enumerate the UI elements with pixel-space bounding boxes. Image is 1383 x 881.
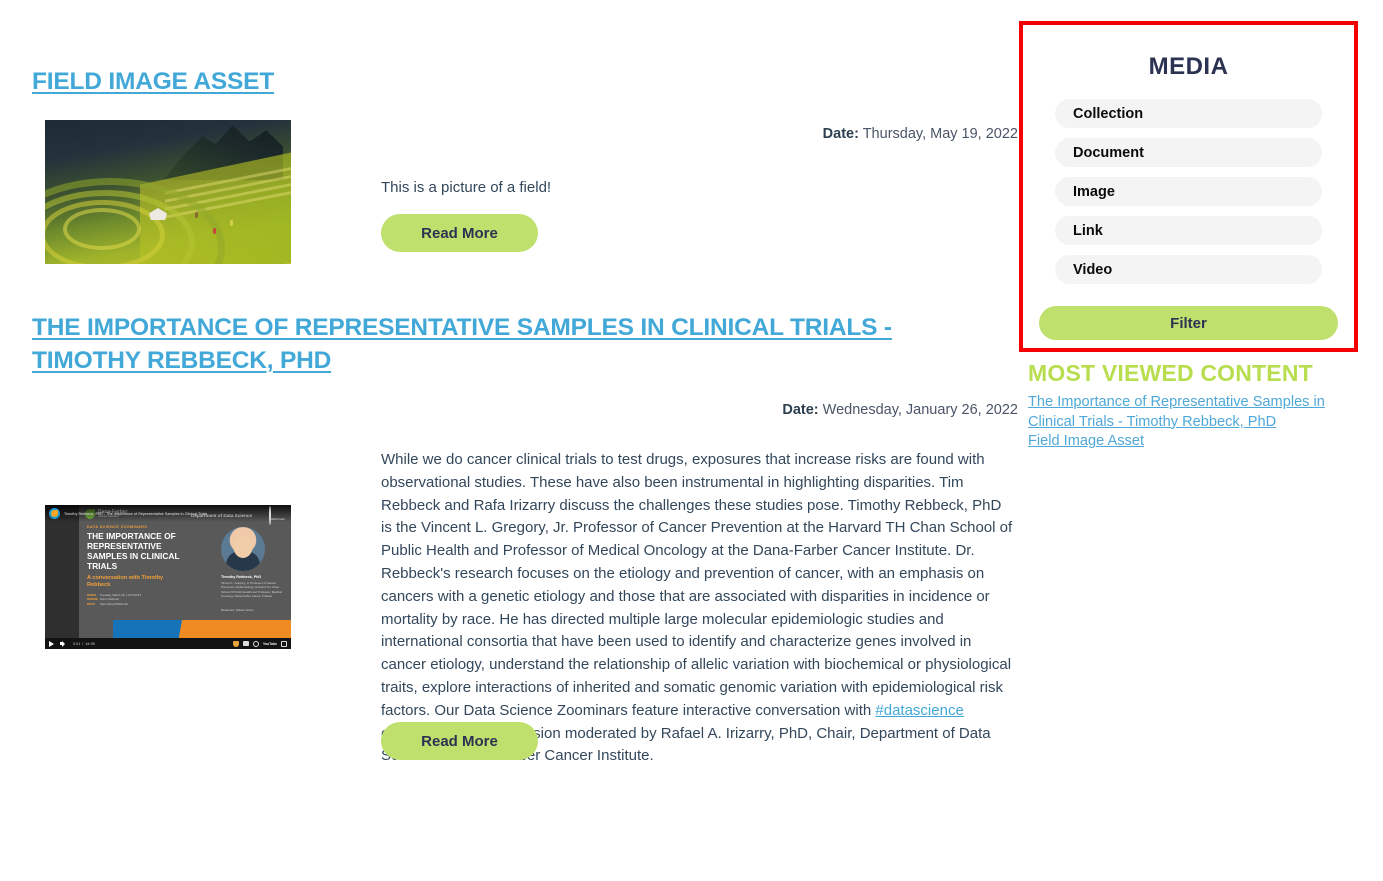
- slide-conversation: A conversation with Timothy Rebbeck: [87, 575, 164, 588]
- post-title-link[interactable]: THE IMPORTANCE OF REPRESENTATIVE SAMPLES…: [32, 312, 987, 377]
- post-date-label: Date:: [822, 126, 859, 142]
- filter-option-label: Document: [1073, 144, 1144, 161]
- post-title-link[interactable]: FIELD IMAGE ASSET: [32, 66, 432, 99]
- post-video-thumbnail[interactable]: Timothy Rebbeck, PhD - The Importance of…: [45, 505, 291, 649]
- watch-later-button[interactable]: Watch later: [268, 506, 285, 525]
- slide-left-band: [45, 505, 79, 649]
- filter-option-link[interactable]: Link: [1055, 216, 1322, 245]
- video-title: Timothy Rebbeck, PhD - The Importance of…: [64, 511, 208, 516]
- speaker-name: Timothy Rebbeck, PhD: [221, 575, 262, 579]
- field-image: [45, 120, 291, 264]
- watch-later-label: Watch later: [270, 517, 285, 521]
- video-time-total: 44:09: [85, 641, 96, 646]
- video-controls-bar[interactable]: 0:01 / 44:09 YouTube: [45, 638, 291, 649]
- slide-meta: WHEN Tuesday, March 23, 1:00 PM ET WHERE Z…: [87, 593, 141, 606]
- slide-heading: THE IMPORTANCE OF REPRESENTATIVE SAMPLES…: [87, 531, 180, 571]
- speaker-portrait: [221, 527, 265, 571]
- filter-option-label: Link: [1073, 222, 1103, 239]
- terrace-ring: [63, 208, 141, 250]
- most-viewed-link[interactable]: Field Image Asset: [1028, 432, 1358, 452]
- post-body-text: While we do cancer clinical trials to te…: [381, 449, 1016, 768]
- slide-eyebrow: DATA SCIENCE ZOOMINARS: [87, 525, 148, 529]
- person-dot: [213, 228, 216, 234]
- youtube-video-embed[interactable]: Timothy Rebbeck, PhD - The Importance of…: [45, 505, 291, 649]
- post-date-value: Thursday, May 19, 2022: [862, 126, 1018, 142]
- post-item: FIELD IMAGE ASSET Date: Thursday, May 19…: [0, 66, 1020, 264]
- slide-footer: [113, 620, 291, 640]
- most-viewed-link[interactable]: The Importance of Representative Samples…: [1028, 393, 1358, 432]
- filter-option-label: Image: [1073, 183, 1115, 200]
- volume-icon[interactable]: [60, 640, 67, 647]
- right-sidebar: MEDIA Collection Document Image Link Vid…: [1018, 0, 1383, 881]
- fullscreen-icon[interactable]: [281, 640, 287, 647]
- channel-avatar-icon: [49, 508, 60, 519]
- post-date: Date: Thursday, May 19, 2022: [823, 126, 1018, 142]
- filter-option-label: Collection: [1073, 105, 1144, 122]
- filter-option-image[interactable]: Image: [1055, 177, 1322, 206]
- gear-icon[interactable]: [252, 640, 259, 647]
- rsvp-value: https://bit.ly/DSRev33: [100, 601, 128, 606]
- slide-body: DATA SCIENCE ZOOMINARS THE IMPORTANCE OF…: [79, 505, 291, 649]
- post-thumbnail[interactable]: [45, 120, 291, 264]
- moderator-line: Moderator: Rafael Irizarry: [221, 608, 254, 612]
- read-more-button[interactable]: Read More: [381, 722, 538, 760]
- rsvp-label: RSVP: [87, 601, 95, 606]
- filter-option-collection[interactable]: Collection: [1055, 99, 1322, 128]
- speaker-bio: Vincent L. Gregory, Jr. Professor of Can…: [221, 581, 282, 599]
- post-body-part-one: While we do cancer clinical trials to te…: [381, 451, 1013, 719]
- most-viewed-title: MOST VIEWED CONTENT: [1028, 360, 1313, 386]
- youtube-logo[interactable]: YouTube: [263, 642, 277, 646]
- media-filter-panel: MEDIA Collection Document Image Link Vid…: [1019, 21, 1358, 352]
- post-date-label: Date:: [782, 402, 819, 418]
- filter-option-label: Video: [1073, 261, 1113, 278]
- most-viewed-content-section: MOST VIEWED CONTENT The Importance of Re…: [1028, 360, 1358, 452]
- filter-option-document[interactable]: Document: [1055, 138, 1322, 167]
- post-item: THE IMPORTANCE OF REPRESENTATIVE SAMPLES…: [0, 312, 1020, 764]
- post-date: Date: Wednesday, January 26, 2022: [782, 402, 1018, 418]
- play-icon[interactable]: [49, 640, 54, 647]
- main-content-column: FIELD IMAGE ASSET Date: Thursday, May 19…: [0, 0, 1020, 881]
- captions-icon[interactable]: [242, 641, 249, 646]
- person-dot: [195, 212, 198, 218]
- video-top-bar: Timothy Rebbeck, PhD - The Importance of…: [45, 505, 291, 525]
- filter-option-video[interactable]: Video: [1055, 255, 1322, 284]
- filter-submit-button[interactable]: Filter: [1039, 306, 1338, 340]
- person-dot: [230, 220, 233, 226]
- shield-icon[interactable]: [232, 640, 239, 647]
- media-panel-title: MEDIA: [1148, 53, 1229, 80]
- read-more-button[interactable]: Read More: [381, 214, 538, 252]
- clock-icon: [268, 506, 271, 525]
- post-date-value: Wednesday, January 26, 2022: [822, 402, 1018, 418]
- video-time-current: 0:01: [73, 641, 81, 646]
- datascience-hashtag-link[interactable]: #datascience: [875, 702, 963, 719]
- post-body-text: This is a picture of a field!: [381, 179, 552, 196]
- time-separator: /: [82, 641, 84, 646]
